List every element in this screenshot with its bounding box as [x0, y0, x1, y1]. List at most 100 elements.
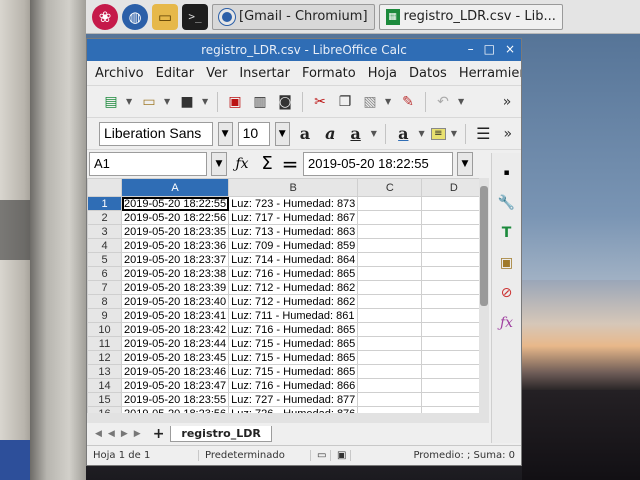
- cell-d[interactable]: [421, 238, 487, 253]
- cell-b[interactable]: Luz: 723 - Humedad: 873: [228, 196, 359, 211]
- cell-c[interactable]: [357, 364, 423, 379]
- cell-b[interactable]: Luz: 716 - Humedad: 866: [228, 378, 359, 393]
- cell-a[interactable]: 2019-05-20 18:22:55: [120, 196, 230, 211]
- print-icon[interactable]: ▥: [250, 92, 270, 112]
- cell-d[interactable]: [421, 392, 487, 407]
- row-header[interactable]: 4: [87, 238, 122, 253]
- format-overflow-icon[interactable]: »: [499, 124, 518, 144]
- cell-c[interactable]: [357, 280, 423, 295]
- new-document-icon[interactable]: ▤: [101, 92, 121, 112]
- spreadsheet-grid[interactable]: A B C D 1 2019-05-20 18:22:55 Luz: 723 - H…: [87, 178, 489, 423]
- raspberry-menu-icon[interactable]: ❀: [92, 3, 118, 30]
- cell-d[interactable]: [421, 294, 487, 309]
- cell-b[interactable]: Luz: 712 - Humedad: 862: [228, 294, 359, 309]
- cell-b[interactable]: Luz: 714 - Humedad: 864: [228, 252, 359, 267]
- cell-a[interactable]: 2019-05-20 18:23:40: [120, 294, 230, 309]
- italic-icon[interactable]: a: [320, 123, 340, 145]
- clone-formatting-icon[interactable]: ✎: [398, 92, 418, 112]
- cell-a[interactable]: 2019-05-20 18:23:47: [120, 378, 230, 393]
- vertical-scrollbar[interactable]: [479, 178, 489, 413]
- sum-icon[interactable]: Σ: [257, 153, 277, 174]
- cell-b[interactable]: Luz: 715 - Humedad: 865: [228, 364, 359, 379]
- font-color-dropdown-icon[interactable]: ▼: [418, 129, 425, 138]
- paste-dropdown-icon[interactable]: ▼: [385, 97, 393, 106]
- cell-c[interactable]: [357, 378, 423, 393]
- highlight-dropdown-icon[interactable]: ▼: [451, 129, 458, 138]
- column-header-c[interactable]: C: [357, 178, 423, 197]
- cell-b[interactable]: Luz: 711 - Humedad: 861: [228, 308, 359, 323]
- cell-c[interactable]: [357, 336, 423, 351]
- menu-hoja[interactable]: Hoja: [368, 66, 397, 81]
- cell-c[interactable]: [357, 252, 423, 267]
- cell-a[interactable]: 2019-05-20 18:23:37: [120, 252, 230, 267]
- row-header[interactable]: 12: [87, 350, 122, 365]
- cell-c[interactable]: [357, 238, 423, 253]
- cell-c[interactable]: [357, 294, 423, 309]
- row-header[interactable]: 11: [87, 336, 122, 351]
- print-preview-icon[interactable]: ◙: [275, 92, 295, 112]
- cell-a[interactable]: 2019-05-20 18:23:45: [120, 350, 230, 365]
- cell-c[interactable]: [357, 392, 423, 407]
- cell-c[interactable]: [357, 196, 423, 211]
- terminal-icon[interactable]: >_: [182, 3, 208, 30]
- horizontal-scrollbar[interactable]: [87, 413, 489, 423]
- last-sheet-icon[interactable]: ▶: [134, 429, 141, 439]
- font-size-dropdown-icon[interactable]: ▼: [274, 121, 290, 146]
- font-name-dropdown-icon[interactable]: ▼: [217, 121, 233, 146]
- cell-a[interactable]: 2019-05-20 18:23:46: [120, 364, 230, 379]
- navigator-icon[interactable]: ⊘: [497, 283, 517, 303]
- menu-formato[interactable]: Formato: [302, 66, 356, 81]
- row-header[interactable]: 3: [87, 224, 122, 239]
- font-name-field[interactable]: Liberation Sans: [99, 121, 213, 146]
- row-header[interactable]: 8: [87, 294, 122, 309]
- vertical-scroll-thumb[interactable]: [480, 186, 488, 306]
- browser-launcher-icon[interactable]: ◍: [122, 3, 148, 30]
- undo-dropdown-icon[interactable]: ▼: [458, 97, 466, 106]
- cell-a[interactable]: 2019-05-20 18:22:56: [120, 210, 230, 225]
- cell-d[interactable]: [421, 350, 487, 365]
- cell-b[interactable]: Luz: 715 - Humedad: 865: [228, 350, 359, 365]
- first-sheet-icon[interactable]: ◀: [95, 429, 102, 439]
- cell-c[interactable]: [357, 322, 423, 337]
- sheet-tab[interactable]: registro_LDR: [170, 426, 272, 442]
- cell-a[interactable]: 2019-05-20 18:23:38: [120, 266, 230, 281]
- cell-b[interactable]: Luz: 716 - Humedad: 865: [228, 266, 359, 281]
- cell-c[interactable]: [357, 308, 423, 323]
- cell-b[interactable]: Luz: 713 - Humedad: 863: [228, 224, 359, 239]
- task-calc[interactable]: ▦ registro_LDR.csv - Lib...: [378, 3, 563, 30]
- cell-a[interactable]: 2019-05-20 18:23:42: [120, 322, 230, 337]
- bold-icon[interactable]: a: [295, 123, 315, 145]
- menu-editar[interactable]: Editar: [156, 66, 195, 81]
- row-header[interactable]: 5: [87, 252, 122, 267]
- cell-a[interactable]: 2019-05-20 18:23:41: [120, 308, 230, 323]
- cell-b[interactable]: Luz: 717 - Humedad: 867: [228, 210, 359, 225]
- cut-icon[interactable]: ✂: [310, 92, 330, 112]
- functions-icon[interactable]: ƒx: [497, 313, 517, 333]
- cell-b[interactable]: Luz: 709 - Humedad: 859: [228, 238, 359, 253]
- cell-b[interactable]: Luz: 712 - Humedad: 862: [228, 280, 359, 295]
- column-header-a[interactable]: A: [120, 178, 230, 197]
- align-left-icon[interactable]: ☰: [473, 123, 493, 145]
- cell-b[interactable]: Luz: 715 - Humedad: 865: [228, 336, 359, 351]
- cell-d[interactable]: [421, 224, 487, 239]
- row-header[interactable]: 7: [87, 280, 122, 295]
- gallery-icon[interactable]: ▣: [497, 253, 517, 273]
- cell-c[interactable]: [357, 350, 423, 365]
- cell-d[interactable]: [421, 196, 487, 211]
- menu-insertar[interactable]: Insertar: [239, 66, 290, 81]
- cell-b[interactable]: Luz: 727 - Humedad: 877: [228, 392, 359, 407]
- column-header-d[interactable]: D: [421, 178, 487, 197]
- file-manager-icon[interactable]: ▭: [152, 3, 178, 30]
- cell-d[interactable]: [421, 280, 487, 295]
- save-dropdown-icon[interactable]: ▼: [202, 97, 210, 106]
- formula-input[interactable]: 2019-05-20 18:22:55: [303, 151, 453, 176]
- save-icon[interactable]: ■: [177, 92, 197, 112]
- font-size-field[interactable]: 10: [237, 121, 270, 146]
- sidebar-menu-icon[interactable]: ▪: [497, 163, 517, 183]
- cell-a[interactable]: 2019-05-20 18:23:44: [120, 336, 230, 351]
- cell-d[interactable]: [421, 364, 487, 379]
- undo-icon[interactable]: ↶: [433, 92, 453, 112]
- window-titlebar[interactable]: registro_LDR.csv - LibreOffice Calc – □ …: [87, 39, 521, 61]
- font-color-icon[interactable]: a: [393, 123, 413, 145]
- function-wizard-icon[interactable]: ƒx: [231, 156, 253, 172]
